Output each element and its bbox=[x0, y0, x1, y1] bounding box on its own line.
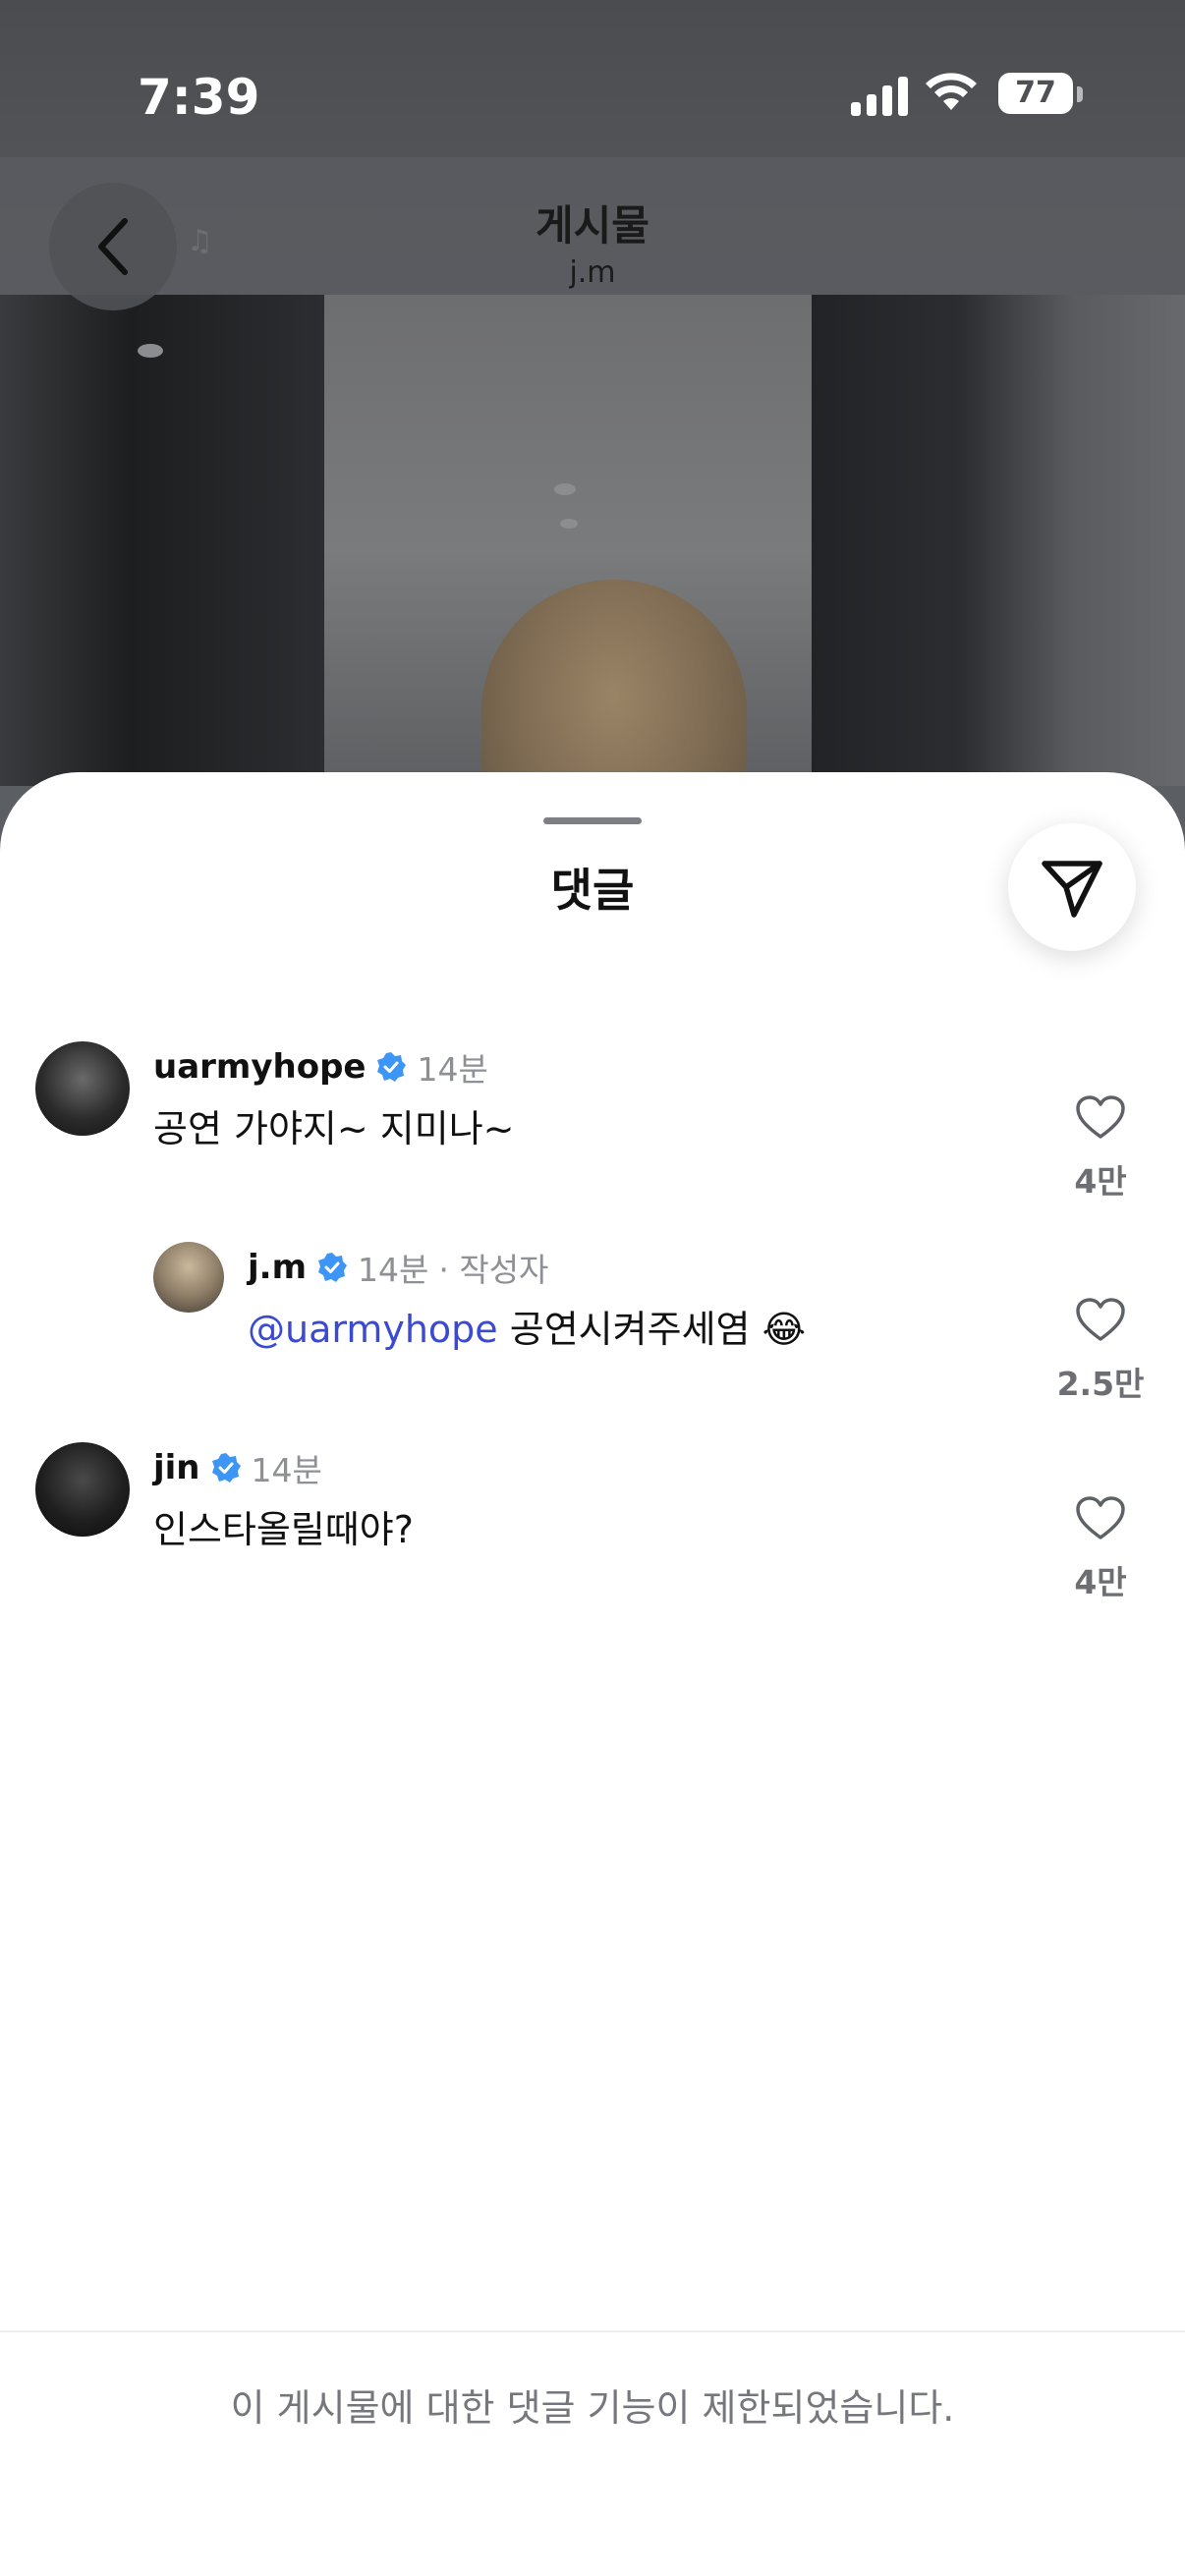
like-count: 4만 bbox=[1074, 1162, 1127, 1201]
verified-badge-icon bbox=[375, 1051, 407, 1083]
heart-icon bbox=[1076, 1298, 1125, 1341]
like-button[interactable]: 2.5만 bbox=[1042, 1297, 1159, 1405]
battery-indicator: 77 bbox=[998, 73, 1073, 114]
like-count: 2.5만 bbox=[1056, 1365, 1145, 1403]
ceiling-light bbox=[554, 483, 576, 495]
verified-badge-icon bbox=[316, 1252, 348, 1283]
comments-restricted-notice: 이 게시물에 대한 댓글 기능이 제한되었습니다. bbox=[230, 2386, 955, 2430]
avatar[interactable] bbox=[35, 1442, 130, 1537]
status-bar: 7:39 77 bbox=[0, 0, 1185, 157]
comment-text: 공연 가야지~ 지미나~ bbox=[153, 1107, 515, 1150]
author-tag: · 작성자 bbox=[438, 1251, 549, 1289]
comment-username[interactable]: jin bbox=[153, 1448, 200, 1487]
signal-icon bbox=[851, 75, 910, 116]
share-button[interactable] bbox=[1008, 823, 1136, 951]
comment-item: uarmyhope 14분 공연 가야지~ 지미나~ 4만 bbox=[0, 1037, 1185, 1214]
comment-item: jin 14분 인스타올릴때야? 4만 bbox=[0, 1438, 1185, 1615]
sheet-grabber[interactable] bbox=[543, 817, 642, 824]
verified-badge-icon bbox=[210, 1452, 242, 1484]
post-title: 게시물 bbox=[536, 201, 649, 250]
send-icon bbox=[1042, 861, 1102, 918]
post-author: j.m bbox=[569, 255, 616, 290]
comment-time: 14분 bbox=[417, 1050, 488, 1089]
comment-text: 인스타올릴때야? bbox=[153, 1508, 414, 1551]
reply-item: j.m 14분 · 작성자 @uarmyhope 공연시켜주세염 😂 2.5만 bbox=[0, 1240, 1185, 1417]
avatar[interactable] bbox=[35, 1041, 130, 1136]
avatar[interactable] bbox=[153, 1242, 224, 1313]
mention-link[interactable]: @uarmyhope bbox=[248, 1308, 498, 1351]
ceiling-light bbox=[560, 519, 578, 529]
like-button[interactable]: 4만 bbox=[1042, 1495, 1159, 1603]
comment-text: @uarmyhope 공연시켜주세염 😂 bbox=[248, 1299, 806, 1353]
heart-icon bbox=[1076, 1496, 1125, 1540]
emoji: 😂 bbox=[762, 1308, 806, 1351]
wifi-icon bbox=[926, 73, 977, 110]
background-photo-right bbox=[812, 295, 1185, 786]
heart-icon bbox=[1076, 1095, 1125, 1139]
battery-tip bbox=[1077, 86, 1083, 102]
comment-username[interactable]: uarmyhope bbox=[153, 1047, 366, 1087]
comment-body: 공연시켜주세염 bbox=[509, 1308, 751, 1351]
comment-time: 14분 bbox=[251, 1451, 322, 1489]
like-count: 4만 bbox=[1074, 1563, 1127, 1601]
comment-username[interactable]: j.m bbox=[248, 1248, 307, 1287]
background-photo-left bbox=[0, 295, 324, 786]
status-time: 7:39 bbox=[138, 69, 260, 126]
footer-divider bbox=[0, 2330, 1185, 2332]
like-button[interactable]: 4만 bbox=[1042, 1094, 1159, 1203]
comment-time: 14분 bbox=[358, 1251, 429, 1289]
ceiling-light bbox=[138, 344, 163, 358]
